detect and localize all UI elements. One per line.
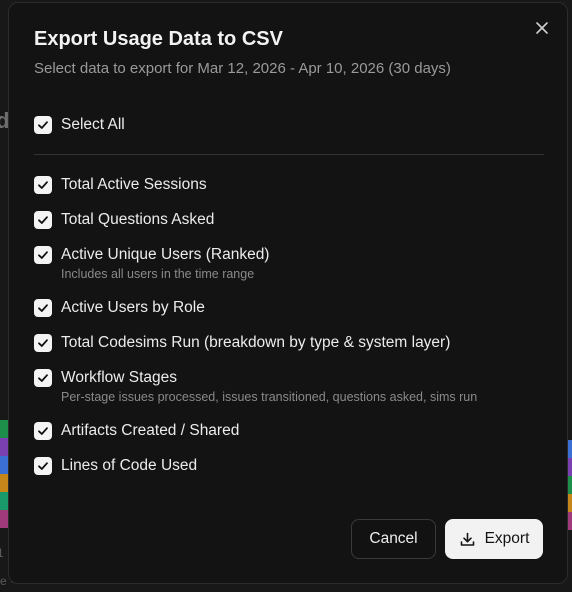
checkmark-icon xyxy=(38,121,48,129)
option-label: Lines of Code Used xyxy=(61,457,198,474)
export-dialog: Export Usage Data to CSV Select data to … xyxy=(8,2,568,584)
option-checkbox[interactable] xyxy=(34,299,52,317)
option-description: Includes all users in the time range xyxy=(61,267,255,281)
checkmark-icon xyxy=(38,216,48,224)
option-row-active-unique-users[interactable]: Active Unique Users (Ranked) Includes al… xyxy=(34,246,269,282)
option-label: Active Users by Role xyxy=(61,299,205,316)
strip-segment xyxy=(0,474,8,492)
dialog-title: Export Usage Data to CSV xyxy=(34,28,283,50)
option-label: Artifacts Created / Shared xyxy=(61,422,240,439)
option-row-total-active-sessions[interactable]: Total Active Sessions xyxy=(34,176,207,194)
divider xyxy=(34,154,544,155)
checkmark-icon xyxy=(38,427,48,435)
option-checkbox[interactable] xyxy=(34,211,52,229)
option-checkbox[interactable] xyxy=(34,457,52,475)
checkmark-icon xyxy=(38,462,48,470)
option-checkbox[interactable] xyxy=(34,176,52,194)
option-description: Per-stage issues processed, issues trans… xyxy=(61,390,478,404)
option-row-total-questions-asked[interactable]: Total Questions Asked xyxy=(34,211,214,229)
option-checkbox[interactable] xyxy=(34,422,52,440)
option-row-active-users-by-role[interactable]: Active Users by Role xyxy=(34,299,205,317)
option-label: Total Questions Asked xyxy=(61,211,215,228)
checkmark-icon xyxy=(38,374,48,382)
option-label-group: Active Unique Users (Ranked) Includes al… xyxy=(61,246,269,282)
export-button-label: Export xyxy=(484,530,530,547)
checkmark-icon xyxy=(38,251,48,259)
strip-segment xyxy=(0,456,8,474)
select-all-checkbox[interactable] xyxy=(34,116,52,134)
cancel-button-label: Cancel xyxy=(369,530,418,547)
checkmark-icon xyxy=(38,181,48,189)
option-label: Total Active Sessions xyxy=(61,176,207,193)
option-checkbox[interactable] xyxy=(34,334,52,352)
background-chart-strip-left xyxy=(0,420,8,530)
strip-segment xyxy=(0,438,8,456)
option-label: Active Unique Users (Ranked) xyxy=(61,246,270,263)
background-axis-label: 1 xyxy=(0,546,4,560)
strip-segment xyxy=(0,420,8,438)
option-label: Total Codesims Run (breakdown by type & … xyxy=(61,334,451,351)
dialog-subtitle: Select data to export for Mar 12, 2026 -… xyxy=(34,60,451,77)
select-all-row[interactable]: Select All xyxy=(34,116,125,134)
close-icon xyxy=(536,22,548,34)
option-label-group: Workflow Stages Per-stage issues process… xyxy=(61,369,477,405)
download-icon xyxy=(460,532,474,546)
cancel-button[interactable]: Cancel xyxy=(351,519,436,559)
checkmark-icon xyxy=(38,339,48,347)
checkmark-icon xyxy=(38,304,48,312)
option-checkbox[interactable] xyxy=(34,246,52,264)
option-checkbox[interactable] xyxy=(34,369,52,387)
option-row-workflow-stages[interactable]: Workflow Stages Per-stage issues process… xyxy=(34,369,477,405)
option-row-artifacts[interactable]: Artifacts Created / Shared xyxy=(34,422,239,440)
strip-segment xyxy=(0,510,8,528)
option-label: Workflow Stages xyxy=(61,369,178,386)
option-row-total-codesims-run[interactable]: Total Codesims Run (breakdown by type & … xyxy=(34,334,450,352)
strip-segment xyxy=(0,492,8,510)
close-button[interactable] xyxy=(531,17,553,39)
export-button[interactable]: Export xyxy=(445,519,543,559)
select-all-label: Select All xyxy=(61,116,125,133)
option-row-lines-of-code[interactable]: Lines of Code Used xyxy=(34,457,197,475)
